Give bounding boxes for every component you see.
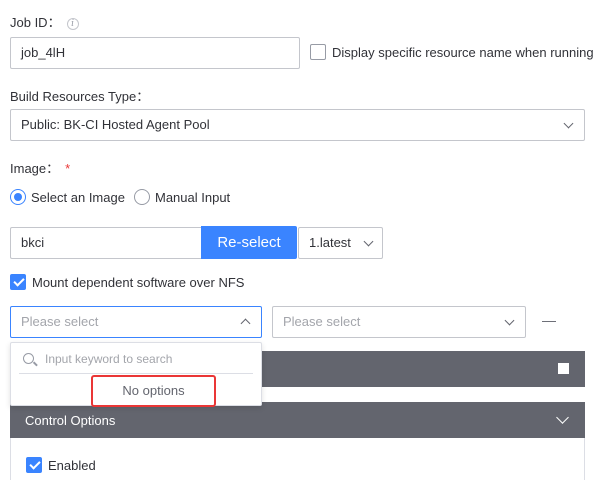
control-options-body: Enabled <box>10 438 585 480</box>
display-resource-label: Display specific resource name when runn… <box>332 44 594 60</box>
dropdown-popup: Input keyword to search No options <box>10 342 262 407</box>
square-icon[interactable] <box>558 363 569 374</box>
nfs-checkbox[interactable] <box>10 274 26 290</box>
chevron-down-icon[interactable] <box>556 411 569 424</box>
dropdown-search-placeholder: Input keyword to search <box>45 352 173 366</box>
info-icon[interactable]: i <box>66 17 79 30</box>
nfs-left-select[interactable]: Please select <box>10 306 262 338</box>
job-id-label: Job ID： i <box>10 12 79 31</box>
control-options-header[interactable]: Control Options <box>10 402 585 438</box>
nfs-right-placeholder: Please select <box>283 314 361 329</box>
no-options-text: No options <box>91 375 216 407</box>
nfs-checkbox-row[interactable]: Mount dependent software over NFS <box>10 274 244 290</box>
build-resources-value: Public: BK-CI Hosted Agent Pool <box>21 117 210 132</box>
image-version-select[interactable]: 1.latest <box>298 227 383 259</box>
build-resources-select[interactable]: Public: BK-CI Hosted Agent Pool <box>10 109 585 141</box>
image-label: Image： * <box>10 158 70 177</box>
chevron-up-icon <box>240 318 251 329</box>
required-mark: * <box>65 161 71 176</box>
enabled-label: Enabled <box>48 457 96 473</box>
image-radio-manual[interactable]: Manual Input <box>134 189 230 205</box>
radio-manual-input[interactable] <box>134 189 150 205</box>
image-radio-select[interactable]: Select an Image <box>10 189 125 205</box>
radio-select-image-label: Select an Image <box>31 189 125 205</box>
image-name-input[interactable]: bkci <box>10 227 202 259</box>
job-id-value: job_4lH <box>21 45 66 60</box>
image-version-value: 1.latest <box>309 235 351 250</box>
job-id-label-text: Job ID： <box>10 15 61 30</box>
nfs-label: Mount dependent software over NFS <box>32 274 245 290</box>
search-icon-handle <box>33 361 38 367</box>
job-id-input[interactable]: job_4lH <box>10 37 300 69</box>
control-options-title: Control Options <box>25 413 116 428</box>
nfs-left-placeholder: Please select <box>21 314 99 329</box>
chevron-down-icon <box>563 118 574 129</box>
display-resource-checkbox[interactable] <box>310 44 326 60</box>
radio-select-image[interactable] <box>10 189 26 205</box>
radio-manual-input-label: Manual Input <box>155 189 231 205</box>
image-label-text: Image： <box>10 161 60 176</box>
reselect-button[interactable]: Re-select <box>201 226 297 259</box>
enabled-checkbox[interactable] <box>26 457 42 473</box>
image-name-value: bkci <box>21 235 45 250</box>
display-resource-checkbox-row[interactable]: Display specific resource name when runn… <box>310 44 594 60</box>
dropdown-search[interactable]: Input keyword to search <box>19 349 253 374</box>
enabled-checkbox-row[interactable]: Enabled <box>26 457 96 473</box>
chevron-down-icon <box>363 236 374 247</box>
build-resources-label: Build Resources Type： <box>10 89 150 104</box>
remove-row-button[interactable]: — <box>542 312 556 328</box>
nfs-right-select[interactable]: Please select <box>272 306 526 338</box>
chevron-down-icon <box>504 315 515 326</box>
